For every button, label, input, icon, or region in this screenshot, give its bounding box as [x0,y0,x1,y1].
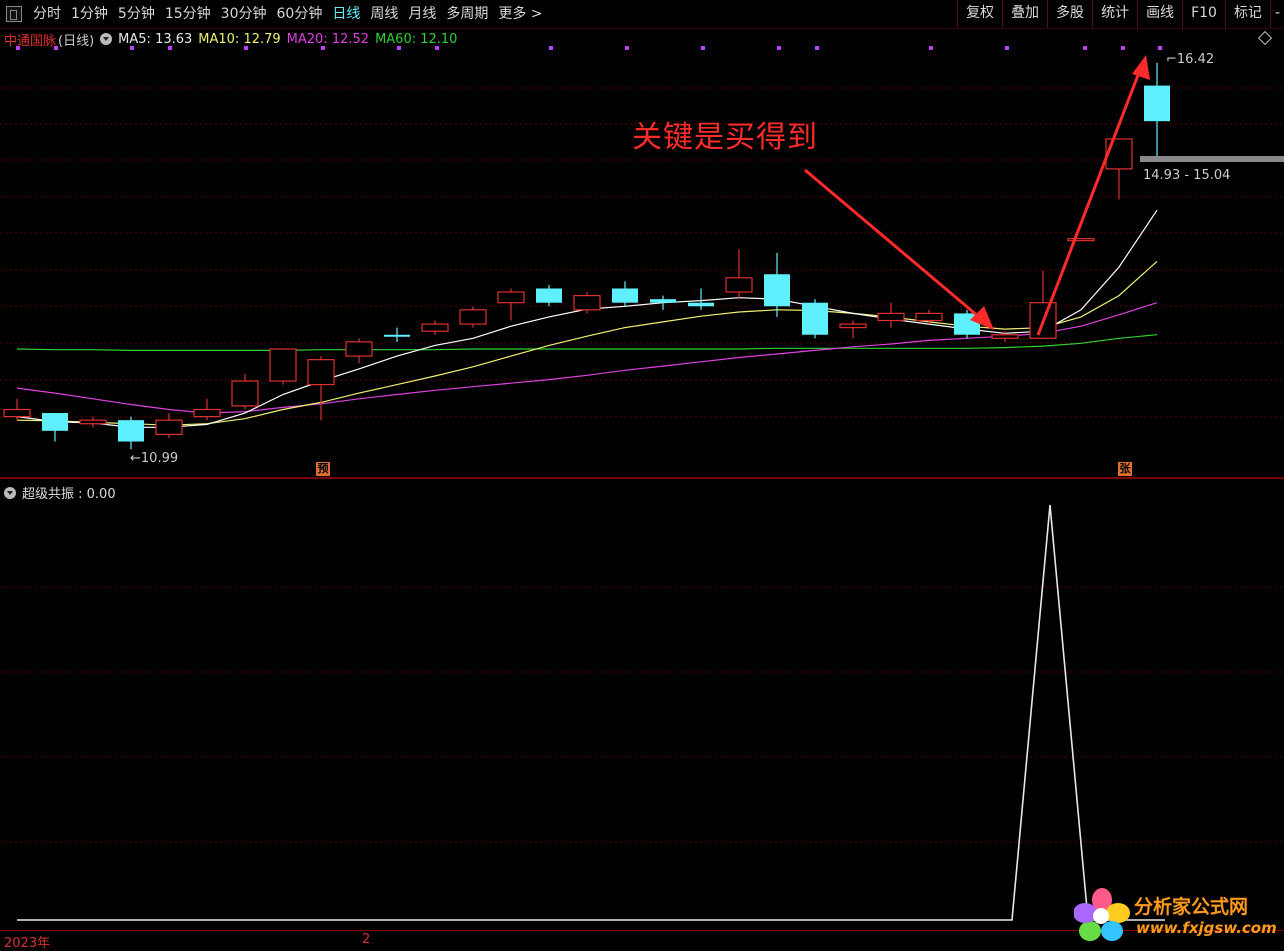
grid-lines [0,46,1284,843]
candle-body-15 [573,294,601,311]
signal-dot-1 [54,46,58,50]
annotation-arrows [804,55,1150,336]
indicator-value: 超级共振 : 0.00 [22,487,116,502]
candle-body-19 [725,277,753,293]
signal-dot-9 [625,46,629,50]
signal-dot-3 [168,46,172,50]
candle-body-9 [345,341,373,357]
signal-dot-12 [815,46,819,50]
signal-dot-4 [244,46,248,50]
watermark-name: 分析家公式网 [1134,896,1249,918]
candle-body-12 [459,309,487,325]
candle-body-7 [269,348,297,382]
signal-dot-5 [321,46,325,50]
candle-body-4 [155,419,183,436]
candle-body-28 [1067,238,1095,242]
candle-body-6 [231,380,259,407]
indicator-line [17,504,1165,921]
candle-body-20 [764,274,790,307]
high-price-value: 16.42 [1176,52,1215,67]
signal-dot-11 [777,46,781,50]
candle-body-30 [1144,85,1170,122]
candle-body-14 [536,288,562,303]
signal-dot-6 [397,46,401,50]
watermark-url: www.fxjgsw.com [1136,919,1277,937]
arrow-line-2 [1036,69,1142,336]
signal-dot-7 [435,46,439,50]
candle-body-22 [839,323,867,329]
range-label: 14.93 - 15.04 [1143,168,1231,183]
candle-body-2 [79,419,107,425]
signal-dot-16 [1121,46,1125,50]
candle-body-5 [193,408,221,418]
watermark: 分析家公式网 www.fxjgsw.com [1074,886,1280,944]
signal-dot-8 [549,46,553,50]
annotation-text: 关键是买得到 [632,120,818,155]
high-price-label: ⌐16.42 [1166,52,1215,67]
x-axis-month: 2 [362,932,371,947]
signal-dot-13 [929,46,933,50]
candle-body-10 [384,334,410,337]
signal-dot-10 [701,46,705,50]
signal-dot-14 [1005,46,1009,50]
arrow-line-1 [804,168,986,324]
signal-dot-2 [130,46,134,50]
flower-logo-icon [1074,888,1130,941]
candle-body-1 [42,413,68,431]
arrow-head-2 [1132,55,1150,80]
candle-body-3 [118,420,144,442]
candle-body-0 [3,408,31,418]
candle-body-26 [991,334,1019,339]
signal-dot-0 [16,46,20,50]
x-axis-year: 2023年 [4,936,51,951]
marker-yu: 预 [316,462,330,476]
candle-body-13 [497,291,525,304]
candle-body-21 [802,302,828,335]
indicator-menu-icon[interactable] [4,486,16,499]
candle-body-29 [1105,138,1133,170]
candle-body-23 [877,312,905,322]
candle-body-18 [688,302,714,307]
candle-body-16 [612,288,638,303]
indicator-legend: 超级共振 : 0.00 [4,483,116,502]
low-price-label: ←10.99 [130,451,179,466]
candle-body-17 [650,299,676,303]
signal-dot-15 [1083,46,1087,50]
marker-zhang: 张 [1118,462,1132,476]
candle-body-8 [307,359,335,386]
current-price-bar [1140,156,1284,162]
indicator-series-line [17,504,1165,921]
signal-dot-17 [1158,46,1162,50]
low-price-value: 10.99 [140,451,179,466]
candle-body-24 [915,312,943,322]
candle-body-11 [421,323,449,332]
